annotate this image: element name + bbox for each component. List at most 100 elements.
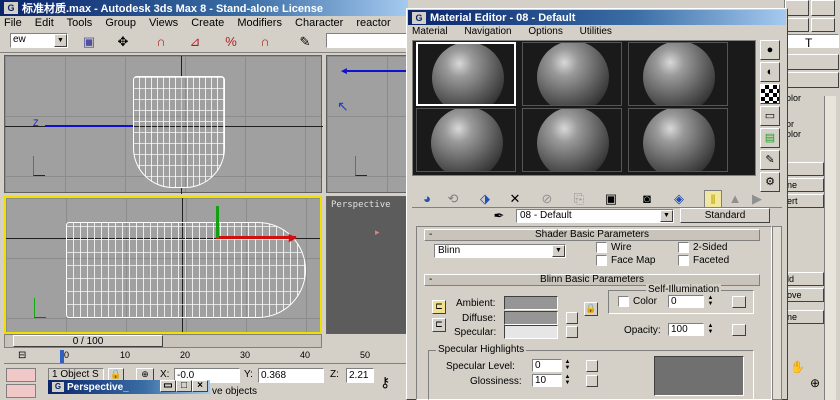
command-panel-button[interactable] [811, 0, 835, 16]
rp-button-4[interactable]: ld [784, 272, 824, 286]
show-end-result-icon[interactable]: ‖ [704, 190, 722, 208]
key-icon[interactable]: ⚷ [380, 374, 390, 391]
viewport-top[interactable]: ► [4, 196, 322, 334]
y-coordinate-field[interactable]: 0.368 [258, 368, 324, 383]
material-effects-channel-icon[interactable]: ◙ [638, 190, 656, 208]
chevron-down-icon[interactable]: ▼ [660, 210, 673, 222]
go-forward-sibling-icon[interactable]: ▶ [748, 190, 766, 208]
self-illum-spinner[interactable]: ▲ ▼ [706, 295, 715, 308]
menu-material[interactable]: Material [412, 26, 448, 37]
viewport-left[interactable]: ◄ ↖ [326, 55, 409, 193]
faceted-checkbox[interactable]: Faceted [678, 255, 729, 266]
material-name-field[interactable]: 08 - Default ▼ [516, 209, 674, 223]
self-illum-value-field[interactable]: 0 [668, 295, 704, 308]
put-to-library-icon[interactable]: ▣ [602, 190, 620, 208]
specular-level-field[interactable]: 0 [532, 359, 562, 372]
go-to-parent-icon[interactable]: ▲ [726, 190, 744, 208]
pick-material-icon[interactable]: ✒ [490, 207, 508, 225]
shader-type-dropdown[interactable]: Blinn ▼ [434, 244, 566, 258]
command-panel-button[interactable] [811, 18, 835, 32]
create-icon[interactable]: T [805, 36, 812, 50]
menu-views[interactable]: Views [149, 17, 178, 29]
sample-slot-3[interactable] [628, 42, 728, 106]
specular-level-spinner[interactable]: ▲ ▼ [563, 359, 572, 372]
command-panel-button[interactable] [785, 72, 839, 88]
specular-level-map-button[interactable] [586, 360, 598, 372]
select-move-icon[interactable]: ✥ [114, 33, 132, 51]
menu-create[interactable]: Create [191, 17, 224, 29]
put-to-scene-icon[interactable]: ⟲ [444, 190, 462, 208]
show-map-icon[interactable]: ◈ [670, 190, 688, 208]
sample-slot-2[interactable] [522, 42, 622, 106]
menu-tools[interactable]: Tools [67, 17, 93, 29]
sample-uv-tiling-icon[interactable]: ▭ [760, 106, 780, 126]
command-panel-button[interactable] [785, 18, 809, 32]
rp-button-6[interactable]: ne [784, 310, 824, 324]
reset-material-icon[interactable]: ✕ [506, 190, 524, 208]
make-unique-icon[interactable]: ⎘ [570, 190, 588, 208]
minimized-perspective-window[interactable]: G Perspective_ ▭ □ × [48, 380, 210, 394]
two-sided-checkbox[interactable]: 2-Sided [678, 242, 727, 253]
menu-character[interactable]: Character [295, 17, 343, 29]
time-slider[interactable]: 0 / 100 [4, 334, 322, 348]
time-slider-thumb[interactable]: 0 / 100 [13, 335, 163, 347]
specular-map-button[interactable] [566, 326, 578, 338]
maximize-button[interactable]: □ [176, 380, 192, 392]
maxscript-listener[interactable] [6, 368, 36, 382]
percent-snap-icon[interactable]: % [222, 33, 240, 51]
diffuse-color-swatch[interactable] [504, 311, 558, 325]
viewport-label[interactable]: Perspective [331, 200, 391, 210]
maxscript-listener-lower[interactable] [6, 384, 36, 398]
ambient-color-swatch[interactable] [504, 296, 558, 310]
sample-slot-6[interactable] [628, 108, 728, 172]
restore-button[interactable]: ▭ [160, 380, 176, 392]
lock-diffuse-specular-icon[interactable]: ⊏ [432, 318, 446, 332]
get-material-icon[interactable]: ◕ [418, 190, 436, 208]
rp-button-2[interactable]: ne [784, 178, 824, 192]
rollout-shader-basic-parameters[interactable]: - Shader Basic Parameters [424, 229, 760, 241]
menu-navigation[interactable]: Navigation [464, 26, 511, 37]
sample-slot-1[interactable] [416, 42, 516, 106]
rp-button-3[interactable]: ert [784, 194, 824, 208]
sample-slot-5[interactable] [522, 108, 622, 172]
rp-button-1[interactable] [784, 162, 824, 176]
command-panel-scrollbar[interactable] [824, 96, 836, 400]
assign-to-selection-icon[interactable]: ⬗ [476, 190, 494, 208]
parameters-scrollbar[interactable] [772, 226, 782, 400]
make-preview-icon[interactable]: ✎ [760, 150, 780, 170]
opacity-spinner[interactable]: ▲ ▼ [706, 323, 715, 336]
z-coordinate-field[interactable]: 2.21 [346, 368, 374, 383]
menu-utilities[interactable]: Utilities [580, 26, 612, 37]
self-illum-map-button[interactable] [732, 296, 746, 308]
lock-ambient-diffuse-icon[interactable]: ⊏ [432, 300, 446, 314]
nav-control-icon[interactable]: ✋ [790, 360, 805, 374]
menu-modifiers[interactable]: Modifiers [237, 17, 282, 29]
face-map-checkbox[interactable]: Face Map [596, 255, 655, 266]
angle-snap-icon[interactable]: ⊿ [186, 33, 204, 51]
opacity-field[interactable]: 100 [668, 323, 704, 336]
diffuse-map-button[interactable] [566, 312, 578, 324]
viewport-front[interactable]: Z [4, 55, 323, 194]
command-panel-button[interactable] [785, 54, 839, 70]
track-bar[interactable]: ⊟ 0 10 20 30 40 50 [4, 350, 408, 364]
material-type-button[interactable]: Standard [680, 208, 770, 223]
spinner-snap-icon[interactable]: ∩ [256, 33, 274, 51]
command-panel-button[interactable] [785, 0, 809, 16]
menu-group[interactable]: Group [105, 17, 136, 29]
glossiness-map-button[interactable] [586, 375, 598, 387]
sample-slot-4[interactable] [416, 108, 516, 172]
rp-button-5[interactable]: ove [784, 288, 824, 302]
wire-checkbox[interactable]: Wire [596, 242, 632, 253]
track-bar-icon[interactable]: ⊟ [18, 350, 26, 361]
menu-edit[interactable]: Edit [35, 17, 54, 29]
sample-type-sphere-icon[interactable]: ● [760, 40, 780, 60]
video-color-check-icon[interactable]: ▤ [760, 128, 780, 148]
copy-material-icon[interactable]: ⊘ [538, 190, 556, 208]
material-editor-title-bar[interactable]: G Material Editor - 08 - Default [408, 10, 786, 25]
background-checker-icon[interactable] [760, 84, 780, 104]
menu-file[interactable]: File [4, 17, 22, 29]
backlight-icon[interactable]: ◐ [760, 62, 780, 82]
menu-options[interactable]: Options [528, 26, 562, 37]
glossiness-spinner[interactable]: ▲ ▼ [563, 374, 572, 387]
opacity-map-button[interactable] [732, 324, 746, 336]
